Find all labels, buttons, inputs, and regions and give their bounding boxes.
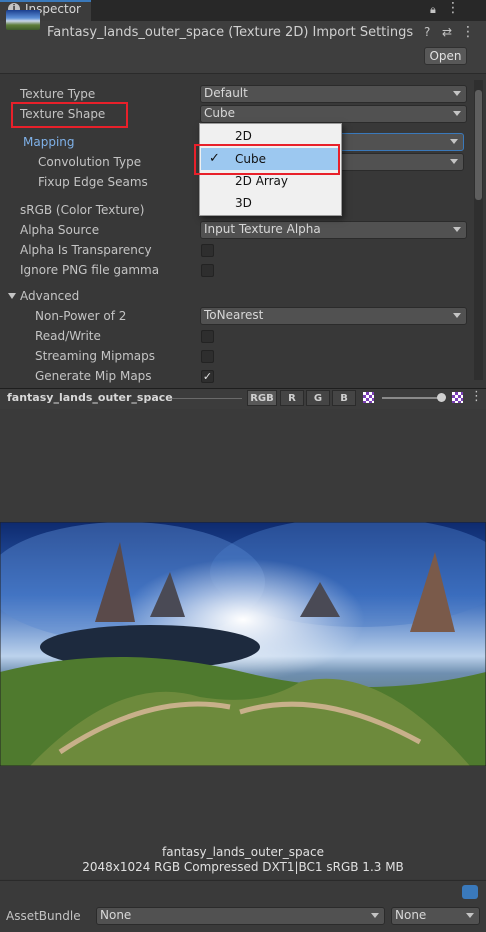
assetbundle-label: AssetBundle	[6, 909, 81, 923]
assetbundle-variant-value: None	[395, 908, 427, 922]
streaming-mipmaps-label: Streaming Mipmaps	[35, 349, 156, 363]
mip-slider-handle[interactable]	[437, 393, 446, 402]
checkmark-icon: ✓	[202, 370, 213, 383]
channel-rgb-button[interactable]: RGB	[247, 390, 277, 406]
texture-type-label: Texture Type	[20, 87, 96, 101]
mip-icon[interactable]	[452, 392, 463, 403]
alpha-source-label: Alpha Source	[20, 223, 100, 237]
ignore-png-gamma-label: Ignore PNG file gamma	[20, 263, 160, 277]
non-power-of-2-label: Non-Power of 2	[35, 309, 127, 323]
channel-b-button[interactable]: B	[332, 390, 356, 406]
scrollbar-thumb[interactable]	[475, 90, 482, 200]
chevron-down-icon	[453, 111, 461, 116]
chevron-down-icon	[371, 913, 379, 918]
alpha-source-value: Input Texture Alpha	[204, 222, 321, 236]
texture-type-value: Default	[204, 86, 248, 100]
mapping-label: Mapping	[23, 135, 75, 149]
alpha-icon[interactable]	[363, 392, 374, 403]
label-tag-icon[interactable]	[462, 885, 478, 899]
context-menu-icon[interactable]: ⋮	[461, 24, 475, 40]
texture-shape-dropdown[interactable]: Cube	[200, 105, 467, 123]
ignore-png-gamma-checkbox[interactable]	[201, 264, 214, 277]
chevron-down-icon	[450, 139, 458, 144]
preview-caption-name: fantasy_lands_outer_space	[162, 845, 324, 859]
lock-icon[interactable]: 🔒︎	[430, 3, 436, 17]
assetbundle-dropdown[interactable]: None	[96, 907, 385, 925]
chevron-down-icon	[453, 313, 461, 318]
chevron-down-icon	[453, 91, 461, 96]
convolution-type-label: Convolution Type	[38, 155, 142, 169]
generate-mip-maps-checkbox[interactable]: ✓	[201, 370, 214, 383]
non-power-of-2-value: ToNearest	[204, 308, 264, 322]
advanced-foldout[interactable]: Advanced	[20, 289, 79, 303]
srgb-label: sRGB (Color Texture)	[20, 203, 145, 217]
panorama-image	[0, 522, 486, 766]
preview-title: fantasy_lands_outer_space	[7, 391, 173, 404]
texture-shape-value: Cube	[204, 106, 235, 120]
alpha-source-dropdown[interactable]: Input Texture Alpha	[200, 221, 467, 239]
preview-separator	[172, 398, 242, 399]
channel-r-button[interactable]: R	[280, 390, 304, 406]
popup-option-3d[interactable]: 3D	[201, 192, 340, 214]
read-write-label: Read/Write	[35, 329, 101, 343]
assetbundle-variant-dropdown[interactable]: None	[391, 907, 480, 925]
channel-g-button[interactable]: G	[306, 390, 330, 406]
generate-mip-maps-label: Generate Mip Maps	[35, 369, 152, 383]
preset-icon[interactable]: ⇄	[442, 25, 452, 39]
non-power-of-2-dropdown[interactable]: ToNearest	[200, 307, 467, 325]
alpha-is-transparency-checkbox[interactable]	[201, 244, 214, 257]
texture-shape-label-highlight	[11, 102, 128, 128]
foldout-arrow-icon[interactable]	[8, 293, 16, 299]
chevron-down-icon	[450, 159, 458, 164]
help-icon[interactable]: ?	[424, 25, 430, 39]
preview-caption-info: 2048x1024 RGB Compressed DXT1|BC1 sRGB 1…	[82, 860, 404, 874]
header-title: Fantasy_lands_outer_space (Texture 2D) I…	[47, 25, 414, 40]
fixup-edge-seams-label: Fixup Edge Seams	[38, 175, 148, 189]
kebab-menu-icon[interactable]: ⋮	[446, 0, 460, 16]
preview-menu-icon[interactable]: ⋮	[470, 389, 483, 404]
texture-type-dropdown[interactable]: Default	[200, 85, 467, 103]
alpha-is-transparency-label: Alpha Is Transparency	[20, 243, 152, 257]
chevron-down-icon	[453, 227, 461, 232]
assetbundle-value: None	[100, 908, 132, 922]
read-write-checkbox[interactable]	[201, 330, 214, 343]
cube-option-highlight	[194, 144, 340, 175]
open-button[interactable]: Open	[424, 47, 467, 65]
texture-thumbnail	[6, 10, 40, 30]
streaming-mipmaps-checkbox[interactable]	[201, 350, 214, 363]
mip-slider-track[interactable]	[382, 397, 444, 399]
chevron-down-icon	[466, 913, 474, 918]
